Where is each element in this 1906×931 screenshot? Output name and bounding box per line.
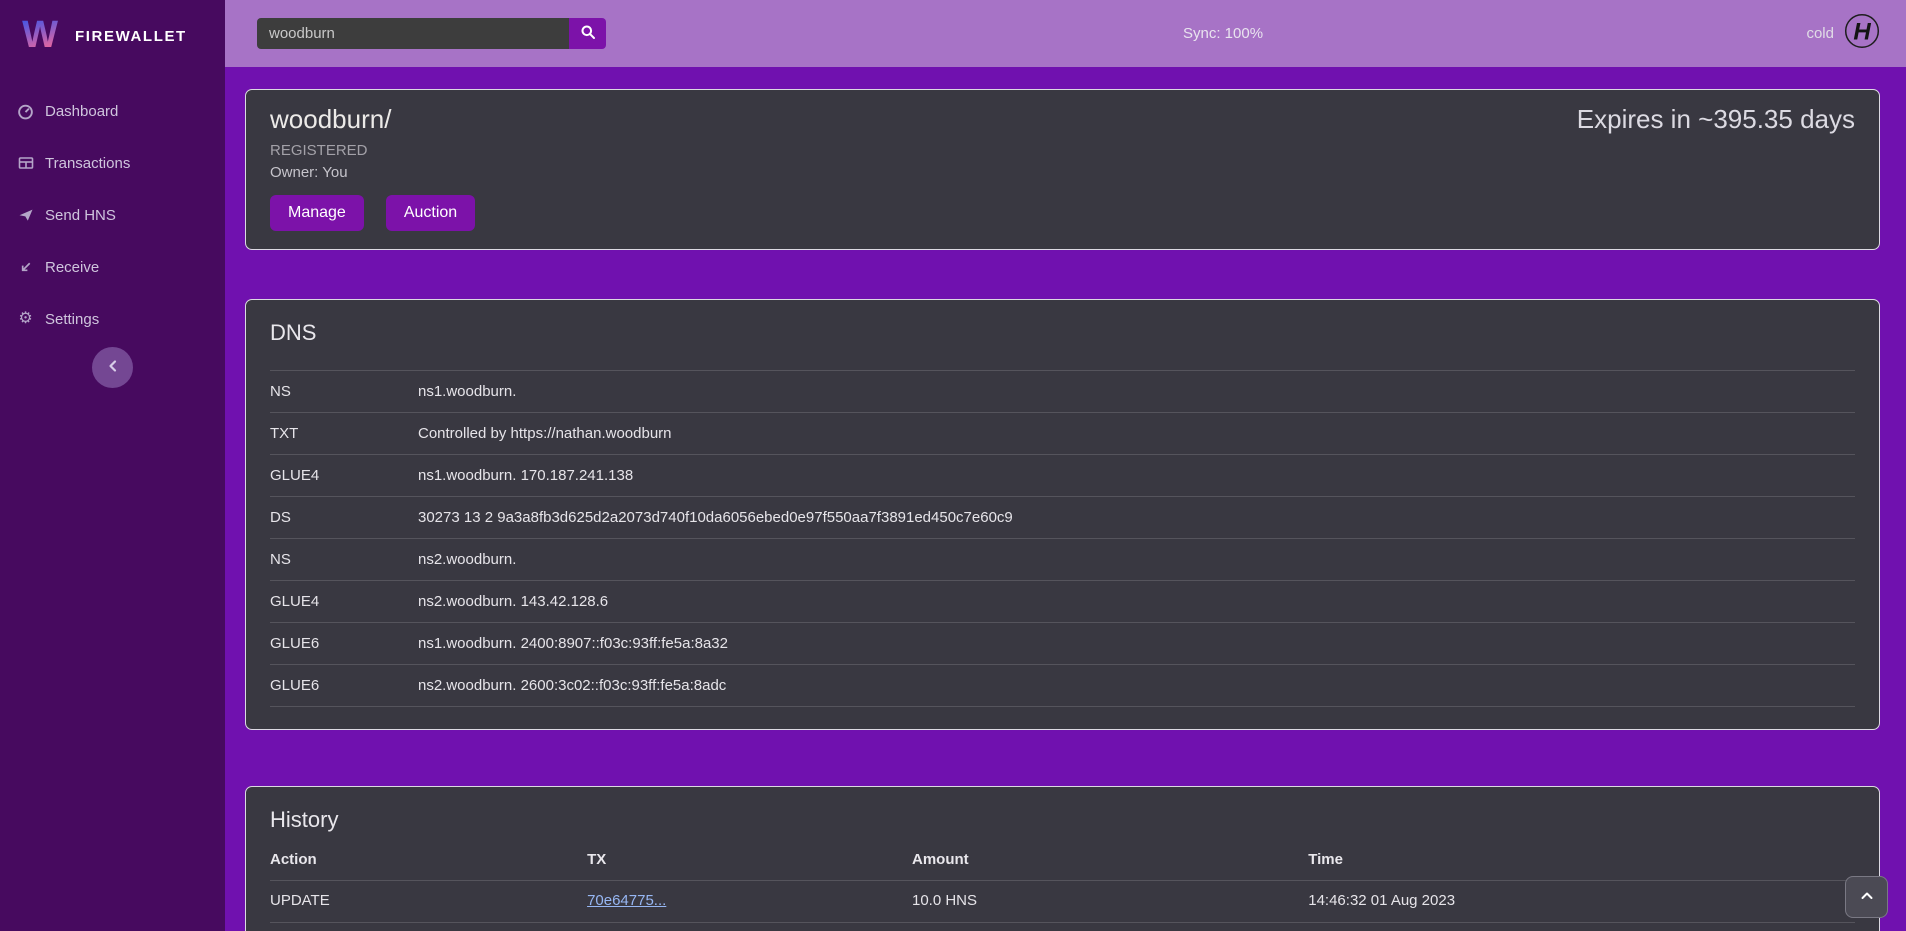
history-header-row: Action TX Amount Time bbox=[270, 841, 1855, 881]
dns-table: NS ns1.woodburn. TXT Controlled by https… bbox=[270, 370, 1855, 707]
history-col-tx: TX bbox=[579, 841, 904, 881]
history-table: Action TX Amount Time UPDATE 70e64775...… bbox=[270, 841, 1855, 931]
sidebar-item-dashboard[interactable]: Dashboard bbox=[0, 85, 225, 137]
dns-record-type: DS bbox=[270, 497, 410, 539]
sidebar-item-label: Receive bbox=[45, 259, 99, 276]
scroll-to-top-button[interactable] bbox=[1845, 876, 1888, 918]
gear-icon: ⚙ bbox=[16, 311, 35, 327]
history-col-action: Action bbox=[270, 841, 579, 881]
sidebar-item-label: Send HNS bbox=[45, 207, 116, 224]
manage-button[interactable]: Manage bbox=[270, 195, 364, 231]
sidebar-nav: Dashboard Transactions Send HNS bbox=[0, 85, 225, 345]
dns-card: DNS NS ns1.woodburn. TXT Controlled by h… bbox=[245, 299, 1880, 730]
dns-record-row: GLUE6 ns1.woodburn. 2400:8907::f03c:93ff… bbox=[270, 623, 1855, 665]
domain-status: REGISTERED bbox=[270, 142, 475, 159]
dns-record-row: GLUE6 ns2.woodburn. 2600:3c02::f03c:93ff… bbox=[270, 665, 1855, 707]
dns-record-type: GLUE6 bbox=[270, 665, 410, 707]
sidebar-item-receive[interactable]: Receive bbox=[0, 241, 225, 293]
search-input[interactable] bbox=[257, 18, 569, 49]
history-amount: 10.0 HNS bbox=[904, 881, 1300, 923]
domain-title: woodburn/ bbox=[270, 104, 475, 135]
brand-name: FIREWALLET bbox=[75, 28, 187, 45]
sidebar-item-label: Settings bbox=[45, 311, 99, 328]
history-time: 14:46:32 01 Aug 2023 bbox=[1300, 881, 1855, 923]
history-row: UPDATE 70e64775... 10.0 HNS 14:46:32 01 … bbox=[270, 881, 1855, 923]
domain-card: woodburn/ REGISTERED Owner: You Manage A… bbox=[245, 89, 1880, 250]
domain-owner: Owner: You bbox=[270, 164, 475, 181]
dns-record-row: GLUE4 ns1.woodburn. 170.187.241.138 bbox=[270, 455, 1855, 497]
main-area: Sync: 100% cold H woodburn/ REGISTERED O… bbox=[225, 0, 1906, 931]
dns-record-row: DS 30273 13 2 9a3a8fb3d625d2a2073d740f10… bbox=[270, 497, 1855, 539]
auction-button[interactable]: Auction bbox=[386, 195, 475, 231]
dns-record-value: 30273 13 2 9a3a8fb3d625d2a2073d740f10da6… bbox=[410, 497, 1855, 539]
search-icon bbox=[580, 24, 596, 43]
dns-record-row: TXT Controlled by https://nathan.woodbur… bbox=[270, 413, 1855, 455]
dns-record-row: GLUE4 ns2.woodburn. 143.42.128.6 bbox=[270, 581, 1855, 623]
topbar: Sync: 100% cold H bbox=[225, 0, 1906, 67]
domain-info: woodburn/ REGISTERED Owner: You Manage A… bbox=[270, 104, 475, 231]
chevron-left-icon bbox=[105, 358, 121, 377]
sidebar: W FIREWALLET Dashboard bbox=[0, 0, 225, 931]
tx-link[interactable]: 70e64775... bbox=[587, 892, 666, 909]
history-col-time: Time bbox=[1300, 841, 1855, 881]
wallet-area: cold H bbox=[1806, 0, 1880, 67]
sidebar-collapse-button[interactable] bbox=[92, 347, 133, 388]
dns-record-type: TXT bbox=[270, 413, 410, 455]
dns-record-value: ns1.woodburn. 170.187.241.138 bbox=[410, 455, 1855, 497]
dns-record-value: ns2.woodburn. bbox=[410, 539, 1855, 581]
table-icon bbox=[16, 155, 35, 171]
dns-record-value: ns1.woodburn. 2400:8907::f03c:93ff:fe5a:… bbox=[410, 623, 1855, 665]
dns-record-value: ns2.woodburn. 143.42.128.6 bbox=[410, 581, 1855, 623]
search-group bbox=[257, 18, 606, 49]
brand: W FIREWALLET bbox=[0, 0, 225, 71]
history-amount: 10.0 HNS bbox=[904, 923, 1300, 931]
domain-buttons: Manage Auction bbox=[270, 195, 475, 231]
dns-record-value: ns2.woodburn. 2600:3c02::f03c:93ff:fe5a:… bbox=[410, 665, 1855, 707]
svg-text:H: H bbox=[1853, 19, 1871, 46]
history-action: RENEW bbox=[270, 923, 579, 931]
dns-record-type: NS bbox=[270, 539, 410, 581]
dns-heading: DNS bbox=[270, 320, 1855, 346]
receive-arrow-icon bbox=[16, 260, 35, 275]
sidebar-item-send-hns[interactable]: Send HNS bbox=[0, 189, 225, 241]
dns-record-row: NS ns2.woodburn. bbox=[270, 539, 1855, 581]
expires-label: Expires in ~395.35 days bbox=[1577, 104, 1855, 135]
sidebar-item-transactions[interactable]: Transactions bbox=[0, 137, 225, 189]
send-icon bbox=[16, 207, 35, 223]
history-row: RENEW d72c8d... 10.0 HNS 15:47:06 27 Jul… bbox=[270, 923, 1855, 931]
search-button[interactable] bbox=[569, 18, 606, 49]
svg-text:W: W bbox=[22, 14, 58, 56]
chevron-up-icon bbox=[1859, 888, 1875, 907]
dns-record-value: ns1.woodburn. bbox=[410, 371, 1855, 413]
gauge-icon bbox=[16, 103, 35, 120]
sidebar-item-label: Dashboard bbox=[45, 103, 118, 120]
dns-record-row: NS ns1.woodburn. bbox=[270, 371, 1855, 413]
sync-status: Sync: 100% bbox=[1183, 25, 1263, 42]
history-time: 15:47:06 27 Jul 2023 bbox=[1300, 923, 1855, 931]
dns-record-type: GLUE4 bbox=[270, 455, 410, 497]
history-card: History Action TX Amount Time bbox=[245, 786, 1880, 931]
history-action: UPDATE bbox=[270, 881, 579, 923]
dns-record-type: GLUE4 bbox=[270, 581, 410, 623]
page-content: woodburn/ REGISTERED Owner: You Manage A… bbox=[225, 67, 1906, 931]
dns-record-type: GLUE6 bbox=[270, 623, 410, 665]
sidebar-item-settings[interactable]: ⚙ Settings bbox=[0, 293, 225, 345]
handshake-logo-icon[interactable]: H bbox=[1844, 13, 1880, 54]
app-window: W FIREWALLET Dashboard bbox=[0, 0, 1906, 931]
history-heading: History bbox=[270, 807, 1855, 833]
dns-record-value: Controlled by https://nathan.woodburn bbox=[410, 413, 1855, 455]
history-col-amount: Amount bbox=[904, 841, 1300, 881]
sidebar-item-label: Transactions bbox=[45, 155, 130, 172]
firewallet-logo-icon: W bbox=[18, 12, 62, 61]
dns-record-type: NS bbox=[270, 371, 410, 413]
wallet-name-label: cold bbox=[1806, 25, 1834, 42]
